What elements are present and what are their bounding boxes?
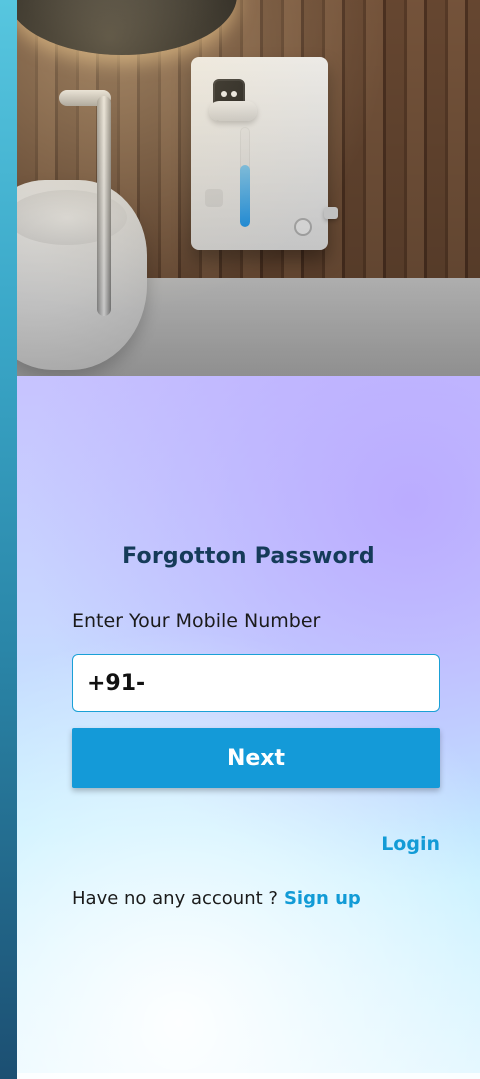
dispenser-icon [191,57,338,250]
mobile-number-input[interactable] [72,654,440,712]
hero-image [17,0,480,376]
dispenser-bracket [324,207,338,219]
dispenser-level-indicator [240,127,250,227]
screen: Forgotton Password Enter Your Mobile Num… [0,0,480,1079]
mobile-number-label: Enter Your Mobile Number [72,610,321,632]
faucet-stem [97,96,111,316]
dispenser-logo-icon [205,189,223,207]
login-link[interactable]: Login [381,833,440,855]
forgot-password-panel: Forgotton Password Enter Your Mobile Num… [17,376,480,1079]
dispenser-nozzle [209,101,257,121]
left-edge-strip [0,0,17,1079]
no-account-text: Have no any account ? [72,888,278,909]
signup-link[interactable]: Sign up [284,888,361,909]
page-title: Forgotton Password [122,544,375,569]
bottom-edge [17,1073,480,1079]
faucet-icon [59,90,111,320]
dispenser-level-fill [240,165,250,227]
signup-row: Have no any account ? Sign up [72,888,361,909]
dispenser-badge-icon [294,218,312,236]
next-button[interactable]: Next [72,728,440,788]
mirror-icon [17,0,237,55]
